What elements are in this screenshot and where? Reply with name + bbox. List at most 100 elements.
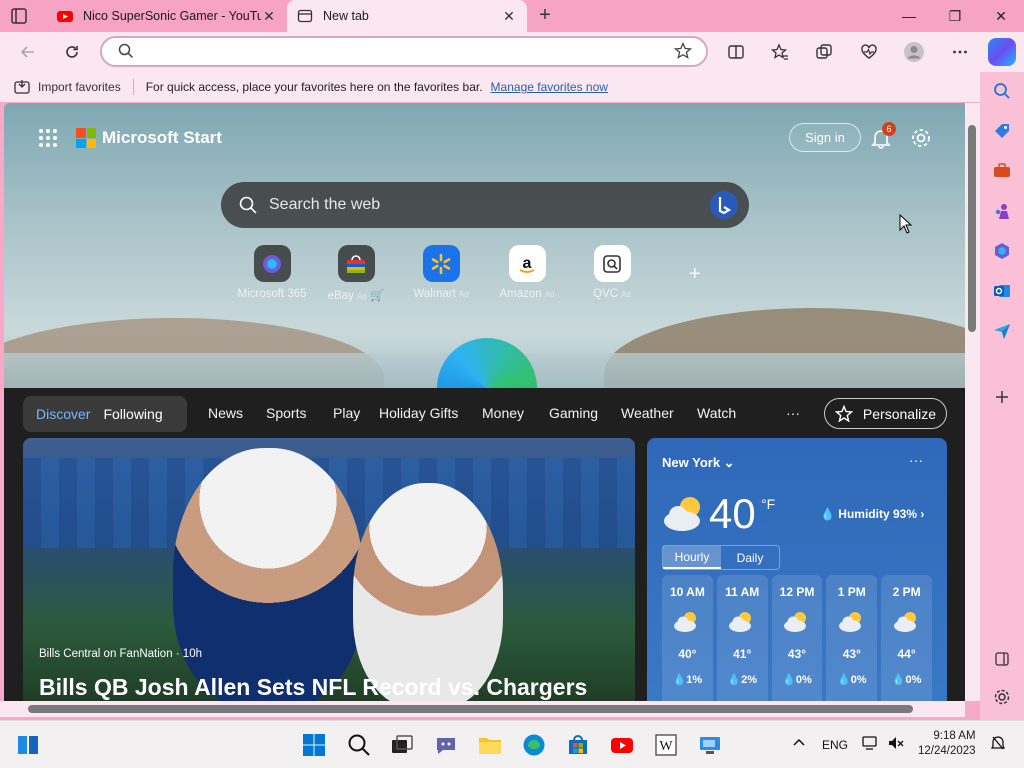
- browser-essentials-button[interactable]: [855, 38, 883, 66]
- copilot-icon[interactable]: [988, 38, 1016, 66]
- tab-youtube[interactable]: Nico SuperSonic Gamer - YouTube ✕: [47, 0, 287, 32]
- add-quick-link-button[interactable]: +: [689, 263, 701, 286]
- widgets-icon[interactable]: [16, 733, 40, 757]
- heart-pulse-icon: [861, 44, 877, 59]
- notification-center-icon[interactable]: [990, 735, 1006, 754]
- volume-muted-icon[interactable]: [888, 735, 904, 754]
- favorite-star-icon[interactable]: [673, 41, 693, 63]
- weather-location[interactable]: New York ⌄: [662, 455, 735, 471]
- remote-desktop-icon[interactable]: [698, 733, 722, 757]
- chevron-down-icon: ⌄: [723, 455, 735, 470]
- send-icon[interactable]: [991, 320, 1013, 342]
- hourly-forecast-item[interactable]: 1 PM 43° 💧0%: [826, 575, 878, 701]
- language-indicator[interactable]: ENG: [822, 738, 848, 752]
- hide-sidebar-icon[interactable]: [991, 648, 1013, 670]
- youtube-app-icon[interactable]: [610, 733, 634, 757]
- refresh-button[interactable]: [58, 38, 86, 66]
- humidity-link[interactable]: 💧 Humidity 93% ›: [820, 507, 924, 521]
- article-headline[interactable]: Bills QB Josh Allen Sets NFL Record vs. …: [39, 674, 587, 701]
- games-chess-icon[interactable]: [991, 200, 1013, 222]
- tab-following[interactable]: Following: [90, 406, 162, 422]
- horizontal-scrollbar[interactable]: [0, 701, 965, 717]
- sidebar-settings-gear-icon[interactable]: [991, 686, 1013, 708]
- outlook-icon[interactable]: [991, 280, 1013, 302]
- back-button[interactable]: [14, 38, 42, 66]
- chevron-up-icon[interactable]: [792, 735, 806, 752]
- file-explorer-icon[interactable]: [478, 733, 502, 757]
- profile-button[interactable]: [900, 38, 928, 66]
- wikipedia-app-icon[interactable]: W: [654, 733, 678, 757]
- quick-link-amazon[interactable]: a Amazon Ad: [485, 245, 569, 300]
- personalize-button[interactable]: Personalize: [824, 398, 947, 429]
- page-settings-gear-icon[interactable]: [910, 127, 932, 149]
- microsoft-start-logo[interactable]: Microsoft Start: [76, 128, 222, 148]
- nav-weather[interactable]: Weather: [621, 405, 674, 421]
- microsoft-365-icon[interactable]: [991, 240, 1013, 262]
- tab-new-tab[interactable]: New tab ✕: [287, 0, 527, 32]
- tab-discover[interactable]: Discover: [23, 406, 90, 422]
- address-bar[interactable]: [100, 36, 708, 67]
- collections-button[interactable]: [810, 38, 838, 66]
- taskbar-search-icon[interactable]: [347, 733, 371, 757]
- shopping-tag-icon[interactable]: [991, 120, 1013, 142]
- hourly-forecast-item[interactable]: 10 AM 40° 💧1%: [662, 575, 713, 701]
- tab-actions-icon[interactable]: [10, 7, 28, 25]
- scrollbar-thumb[interactable]: [968, 125, 976, 332]
- quick-link-ebay[interactable]: eBay Ad 🛒: [314, 245, 398, 302]
- vertical-scrollbar[interactable]: [965, 103, 980, 701]
- nav-more-button[interactable]: ···: [786, 405, 800, 421]
- nav-holiday-gifts[interactable]: Holiday Gifts: [379, 405, 458, 421]
- weather-card[interactable]: New York ⌄ ··· 40 °F 💧 Humidity 93% › Ho…: [647, 438, 947, 701]
- settings-more-button[interactable]: [946, 38, 974, 66]
- quick-link-microsoft-365[interactable]: Microsoft 365: [230, 245, 314, 300]
- add-sidebar-app-icon[interactable]: [991, 386, 1013, 408]
- amazon-icon: a: [508, 245, 546, 282]
- hourly-forecast-item[interactable]: 12 PM 43° 💧0%: [771, 575, 823, 701]
- hero-article-card[interactable]: Bills Central on FanNation · 10h Bills Q…: [23, 438, 635, 701]
- app-launcher-icon[interactable]: [38, 128, 58, 148]
- network-icon[interactable]: [862, 735, 878, 754]
- web-search-box[interactable]: [221, 182, 749, 228]
- quick-link-qvc[interactable]: QVC Ad: [570, 245, 654, 300]
- droplet-icon: 💧: [727, 674, 742, 686]
- address-input[interactable]: [140, 42, 660, 62]
- scrollbar-thumb[interactable]: [28, 705, 913, 713]
- nav-sports[interactable]: Sports: [266, 405, 306, 421]
- weather-more-button[interactable]: ···: [909, 452, 923, 468]
- new-tab-button[interactable]: +: [534, 5, 556, 27]
- forecast-precip: 0%: [850, 674, 867, 686]
- nav-news[interactable]: News: [208, 405, 243, 421]
- split-screen-button[interactable]: [722, 38, 750, 66]
- restore-button[interactable]: ❐: [932, 0, 978, 32]
- close-tab-button[interactable]: ✕: [261, 8, 277, 25]
- close-tab-button[interactable]: ✕: [501, 8, 517, 25]
- droplet-icon: 💧: [782, 674, 796, 686]
- system-clock[interactable]: 9:18 AM 12/24/2023: [918, 729, 976, 759]
- tab-daily[interactable]: Daily: [721, 546, 779, 569]
- ad-label: Ad: [544, 290, 555, 299]
- web-search-input[interactable]: [269, 190, 709, 220]
- teams-chat-icon[interactable]: [434, 733, 458, 757]
- nav-gaming[interactable]: Gaming: [549, 405, 598, 421]
- tools-briefcase-icon[interactable]: [991, 160, 1013, 182]
- microsoft-store-icon[interactable]: [566, 733, 590, 757]
- import-favorites-button[interactable]: Import favorites: [14, 79, 121, 95]
- tab-hourly[interactable]: Hourly: [663, 546, 721, 569]
- walmart-spark-icon: [422, 245, 460, 282]
- task-view-icon[interactable]: [390, 733, 414, 757]
- hourly-forecast-item[interactable]: 11 AM 41° 💧2%: [716, 575, 768, 701]
- edge-browser-icon[interactable]: [522, 733, 546, 757]
- bing-chat-icon[interactable]: [709, 190, 739, 220]
- start-button-windows-icon[interactable]: [302, 733, 326, 757]
- nav-money[interactable]: Money: [482, 405, 524, 421]
- nav-watch[interactable]: Watch: [697, 405, 736, 421]
- nav-play[interactable]: Play: [333, 405, 360, 421]
- hourly-forecast-item[interactable]: 2 PM 44° 💧0%: [881, 575, 932, 701]
- favorites-button[interactable]: [766, 38, 794, 66]
- sign-in-button[interactable]: Sign in: [789, 123, 861, 152]
- minimize-button[interactable]: —: [886, 0, 932, 32]
- manage-favorites-link[interactable]: Manage favorites now: [491, 80, 608, 94]
- search-icon[interactable]: [991, 80, 1013, 102]
- close-window-button[interactable]: ✕: [978, 0, 1024, 32]
- quick-link-walmart[interactable]: Walmart Ad: [399, 245, 483, 300]
